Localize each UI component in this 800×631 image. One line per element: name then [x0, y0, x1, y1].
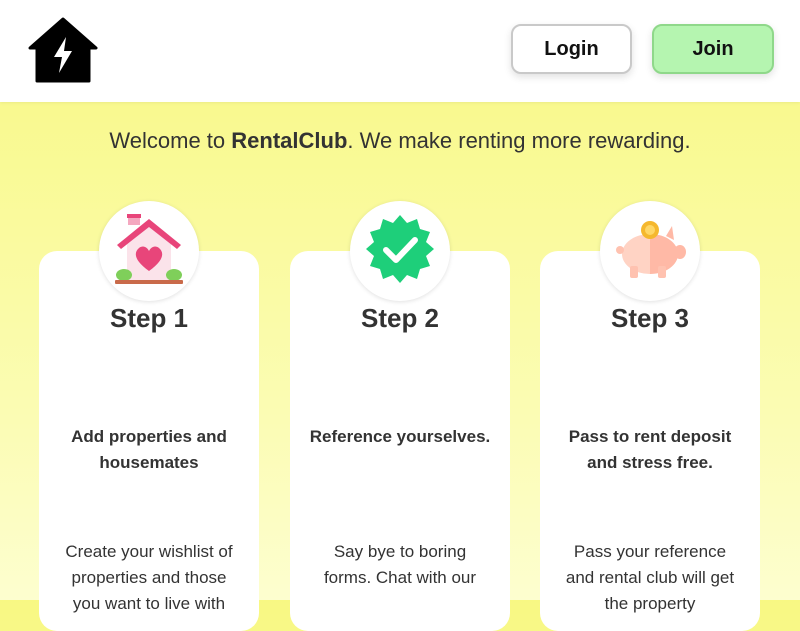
welcome-message: Welcome to RentalClub. We make renting m…	[0, 128, 800, 154]
top-header: Login Join	[0, 0, 800, 102]
login-button[interactable]: Login	[511, 24, 632, 74]
step-3-subtitle: Pass to rent deposit and stress free.	[568, 427, 732, 472]
step-2-subtitle: Reference yourselves.	[309, 427, 491, 446]
step-1-description: Create your wishlist of properties and t…	[65, 542, 233, 613]
house-lightning-logo[interactable]	[28, 17, 98, 83]
step-3-description: Pass your reference and rental club will…	[565, 542, 735, 613]
step-1-icon-circle	[99, 201, 199, 301]
join-button[interactable]: Join	[652, 24, 774, 74]
step-3-icon-circle	[600, 201, 700, 301]
piggy-bank-icon	[612, 214, 688, 289]
welcome-suffix: . We make renting more rewarding.	[347, 128, 691, 153]
verified-badge-icon	[364, 213, 436, 290]
step-1-title: Step 1	[109, 303, 189, 333]
welcome-prefix: Welcome to	[109, 128, 232, 153]
step-3-title: Step 3	[610, 303, 690, 333]
brand-name: RentalClub	[231, 128, 348, 153]
step-2-title: Step 2	[360, 303, 440, 333]
house-heart-icon	[113, 213, 185, 290]
step-1-subtitle: Add properties and housemates	[71, 427, 227, 472]
step-2-description: Say bye to boring forms. Chat with our	[323, 542, 477, 587]
step-2-icon-circle	[350, 201, 450, 301]
